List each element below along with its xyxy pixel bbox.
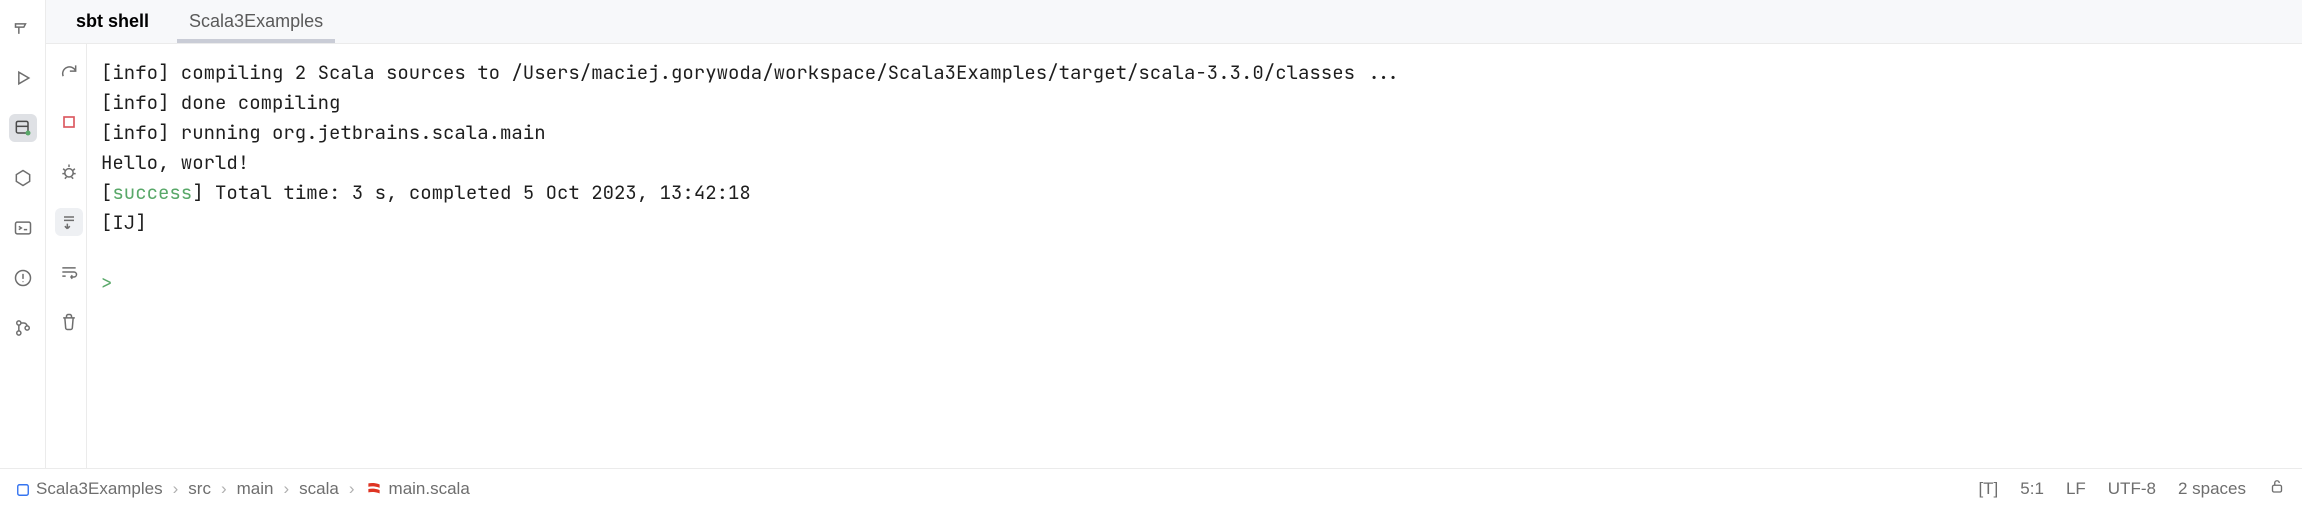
chevron-right-icon: › — [349, 479, 355, 499]
status-indent[interactable]: 2 spaces — [2178, 479, 2246, 499]
terminal-icon[interactable] — [9, 214, 37, 242]
breadcrumb: Scala3Examples › src › main › scala › ma… — [16, 479, 1968, 499]
console-text: Total time: 3 s, completed 5 Oct 2023, 1… — [204, 180, 751, 205]
breadcrumb-project[interactable]: Scala3Examples — [16, 479, 163, 499]
status-bar: Scala3Examples › src › main › scala › ma… — [0, 468, 2302, 508]
lock-icon[interactable] — [2268, 477, 2286, 500]
console-text: compiling 2 Scala sources to /Users/maci… — [169, 60, 1400, 85]
stop-icon[interactable] — [55, 108, 83, 136]
breadcrumb-label: Scala3Examples — [36, 479, 163, 499]
scroll-to-end-icon[interactable] — [55, 208, 83, 236]
console-prompt: > — [101, 270, 112, 295]
database-tool-icon[interactable] — [9, 114, 37, 142]
tool-tabs: sbt shell Scala3Examples — [46, 0, 2302, 44]
module-icon — [16, 482, 30, 496]
console-text: Hello, world! — [101, 150, 249, 175]
debug-icon[interactable] — [55, 158, 83, 186]
build-icon[interactable] — [9, 14, 37, 42]
scala-file-icon — [365, 480, 383, 498]
breadcrumb-main[interactable]: main — [237, 479, 274, 499]
problems-icon[interactable] — [9, 264, 37, 292]
console-text: [ — [101, 180, 112, 205]
status-t-indicator[interactable]: [T] — [1978, 479, 1998, 499]
breadcrumb-scala[interactable]: scala — [299, 479, 339, 499]
chevron-right-icon: › — [221, 479, 227, 499]
tab-sbt-shell[interactable]: sbt shell — [56, 0, 169, 43]
left-tool-rail — [0, 0, 46, 468]
console-tag-success: success — [112, 180, 192, 205]
vcs-icon[interactable] — [9, 314, 37, 342]
console-text: [IJ] — [101, 210, 147, 235]
console-output[interactable]: [info] compiling 2 Scala sources to /Use… — [86, 44, 2302, 468]
soft-wrap-icon[interactable] — [55, 258, 83, 286]
chevron-right-icon: › — [284, 479, 290, 499]
console-text: ] — [192, 180, 203, 205]
status-line-ending[interactable]: LF — [2066, 479, 2086, 499]
tab-scala3-examples[interactable]: Scala3Examples — [169, 0, 343, 43]
status-encoding[interactable]: UTF-8 — [2108, 479, 2156, 499]
rerun-icon[interactable] — [55, 58, 83, 86]
status-cursor-position[interactable]: 5:1 — [2020, 479, 2044, 499]
console-tag-info: [info] — [101, 60, 169, 85]
console-text: running org.jetbrains.scala.main — [169, 120, 545, 145]
chevron-right-icon: › — [173, 479, 179, 499]
console-text: done compiling — [169, 90, 340, 115]
run-icon[interactable] — [9, 64, 37, 92]
console-toolbar — [46, 44, 86, 468]
console-tag-info: [info] — [101, 90, 169, 115]
console-tag-info: [info] — [101, 120, 169, 145]
breadcrumb-label: main.scala — [389, 479, 470, 499]
trash-icon[interactable] — [55, 308, 83, 336]
services-icon[interactable] — [9, 164, 37, 192]
breadcrumb-file[interactable]: main.scala — [365, 479, 470, 499]
breadcrumb-src[interactable]: src — [188, 479, 211, 499]
